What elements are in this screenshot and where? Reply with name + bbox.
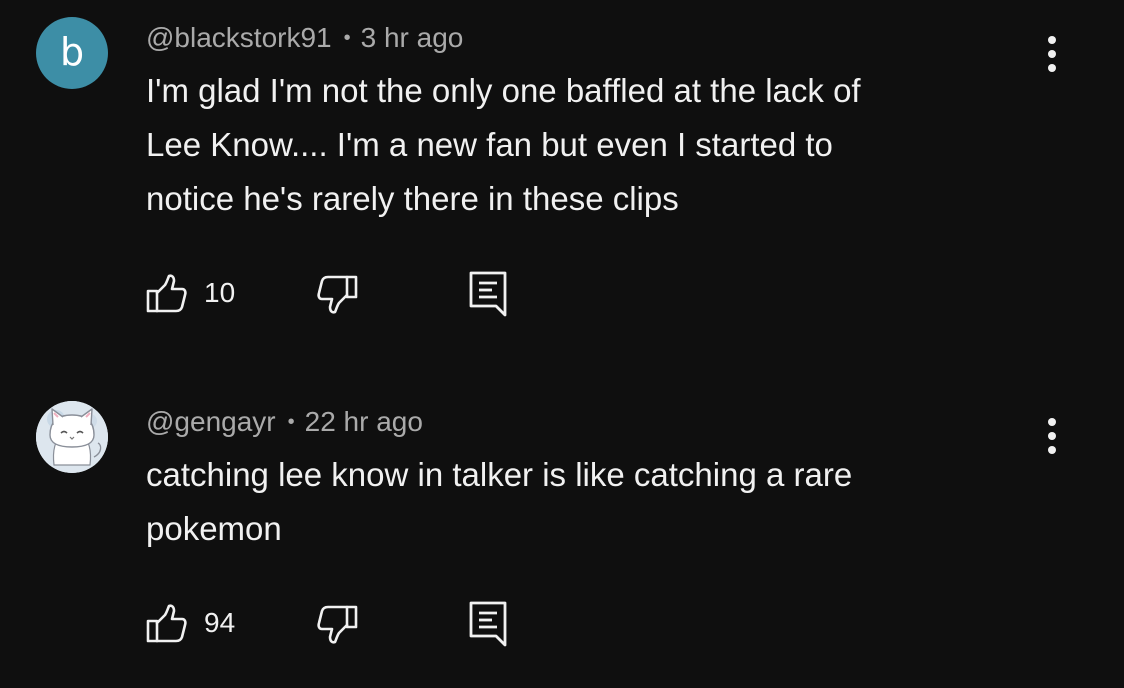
comment-time[interactable]: 3 hr ago [361, 22, 464, 53]
avatar[interactable] [36, 401, 108, 473]
more-vertical-icon-dot [1048, 446, 1056, 454]
comment-text-line: notice he's rarely there in these clips [146, 180, 679, 217]
comment-text: catching lee know in talker is like catc… [146, 448, 1026, 556]
meta-separator: • [343, 27, 351, 49]
comment-item: b @blackstork91 • 3 hr ago I'm glad I'm no… [0, 0, 1124, 340]
comment-text-line: Lee Know.... I'm a new fan but even I st… [146, 126, 833, 163]
comment-meta: @gengayr • 22 hr ago [146, 406, 423, 438]
dislike-button[interactable] [312, 598, 362, 648]
comment-text-line: pokemon [146, 510, 282, 547]
meta-separator: • [287, 411, 295, 433]
more-options-button[interactable] [1032, 26, 1072, 82]
comment-text-line: I'm glad I'm not the only one baffled at… [146, 72, 861, 109]
more-vertical-icon [1048, 36, 1056, 44]
thumbs-up-icon [146, 274, 187, 313]
thumbs-down-icon [317, 605, 358, 644]
reply-button[interactable] [462, 268, 512, 318]
thumbs-down-icon [317, 275, 358, 314]
more-vertical-icon [1048, 418, 1056, 426]
dislike-button[interactable] [312, 268, 362, 318]
author-name[interactable]: @blackstork91 [146, 22, 332, 53]
comment-text-line: catching lee know in talker is like catc… [146, 456, 853, 493]
like-count: 10 [204, 277, 236, 308]
more-vertical-icon-dot [1048, 50, 1056, 58]
more-vertical-icon-dot [1048, 64, 1056, 72]
avatar[interactable]: b [36, 17, 108, 89]
thumbs-up-icon [146, 604, 187, 643]
comment-text: I'm glad I'm not the only one baffled at… [146, 64, 1026, 226]
comment-actions: 10 [146, 268, 546, 318]
reply-comment-icon [469, 271, 507, 317]
comment-actions: 94 [146, 598, 546, 648]
author-name[interactable]: @gengayr [146, 406, 276, 437]
reply-button[interactable] [462, 598, 512, 648]
comment-meta: @blackstork91 • 3 hr ago [146, 22, 463, 54]
like-count: 94 [204, 607, 236, 638]
comment-time[interactable]: 22 hr ago [305, 406, 423, 437]
avatar-letter: b [59, 30, 85, 74]
like-button[interactable]: 94 [146, 598, 256, 648]
more-options-button[interactable] [1032, 408, 1072, 464]
like-button[interactable]: 10 [146, 268, 256, 318]
cat-avatar-icon [36, 401, 108, 473]
comment-item: @gengayr • 22 hr ago catching lee know in … [0, 380, 1124, 688]
more-vertical-icon-dot [1048, 432, 1056, 440]
reply-comment-icon [469, 601, 507, 647]
